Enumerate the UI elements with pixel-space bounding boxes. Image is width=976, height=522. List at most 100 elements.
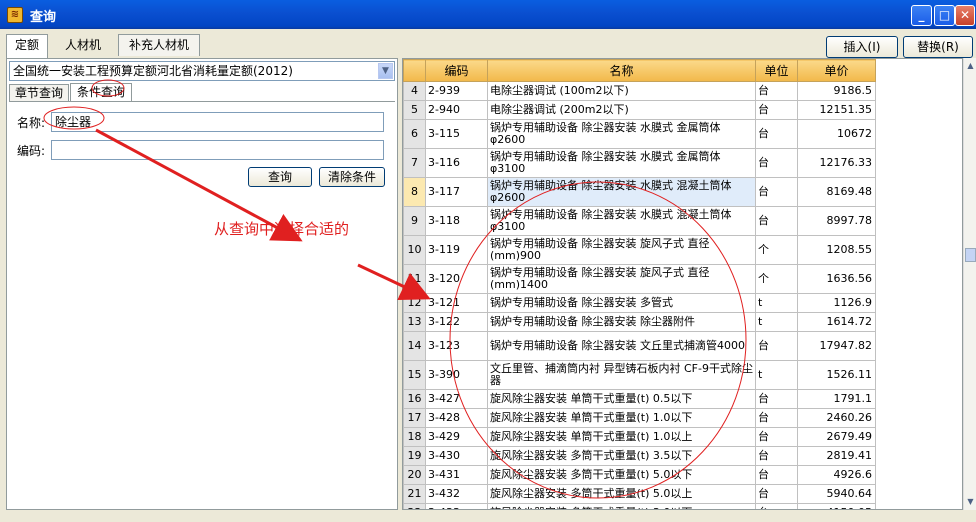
condition-form: 名称: 除尘器 编码: 查询 清除条件 (9, 101, 395, 506)
row-number-cell: 14 (403, 331, 426, 361)
unit-cell: t (755, 360, 798, 390)
unit-cell: 台 (755, 408, 798, 428)
vertical-scrollbar[interactable]: ▲ ▼ (963, 58, 976, 510)
tab-supplementary[interactable]: 补充人材机 (118, 34, 200, 56)
table-row[interactable]: 5 2-940 电除尘器调试 (200m2以下) 台 12151.35 (403, 100, 876, 120)
name-cell: 旋风除尘器安装 单筒干式重量(t) 0.5以下 (487, 389, 756, 409)
title-bar[interactable]: ≋ 查询 _ □ ✕ (0, 0, 976, 29)
result-table: 编码 名称 单位 单价 4 2-939 电除尘器调试 (100m2以下) 台 9186.… (403, 59, 876, 509)
table-row[interactable]: 18 3-429 旋风除尘器安装 单筒干式重量(t) 1.0以上台 2679.49 (403, 427, 876, 447)
table-row[interactable]: 11 3-120 锅炉专用辅助设备 除尘器安装 旋风子式 直径(mm)1400 个 16… (403, 264, 876, 294)
unit-cell: 台 (755, 427, 798, 447)
name-cell: 旋风除尘器安装 单筒干式重量(t) 1.0以下 (487, 408, 756, 428)
code-cell: 3-119 (425, 235, 488, 265)
col-header-price[interactable]: 单价 (797, 59, 876, 82)
name-cell: 锅炉专用辅助设备 除尘器安装 多管式 (487, 293, 756, 313)
quota-library-select[interactable]: 全国统一安装工程预算定额河北省消耗量定额(2012) ▼ (9, 61, 395, 81)
col-header-code[interactable]: 编码 (425, 59, 488, 82)
row-number-cell: 17 (403, 408, 426, 428)
price-cell: 2679.49 (797, 427, 876, 447)
unit-cell: 台 (755, 100, 798, 120)
price-cell: 1614.72 (797, 312, 876, 332)
code-cell: 3-120 (425, 264, 488, 294)
table-row[interactable]: 4 2-939 电除尘器调试 (100m2以下) 台 9186.5 (403, 81, 876, 101)
name-input[interactable]: 除尘器 (51, 112, 384, 132)
unit-cell: 台 (755, 465, 798, 485)
app-icon: ≋ (7, 7, 23, 23)
close-button[interactable]: ✕ (955, 5, 975, 26)
row-number-cell: 4 (403, 81, 426, 101)
code-cell: 3-116 (425, 148, 488, 178)
query-window: ≋ 查询 _ □ ✕ 定额 人材机 补充人材机 插入(I) 替换(R) 全国统一… (0, 0, 976, 522)
name-cell: 锅炉专用辅助设备 除尘器安装 水膜式 混凝土筒体φ3100 (487, 206, 756, 236)
table-row[interactable]: 20 3-431 旋风除尘器安装 多筒干式重量(t) 5.0以下台 4926.6 (403, 465, 876, 485)
unit-cell: 台 (755, 81, 798, 101)
name-cell: 旋风除尘器安装 单筒干式重量(t) 1.0以上 (487, 427, 756, 447)
chevron-down-icon[interactable]: ▼ (378, 63, 393, 79)
table-row[interactable]: 8 3-117 锅炉专用辅助设备 除尘器安装 水膜式 混凝土筒体φ2600 台 8169… (403, 177, 876, 207)
name-cell: 旋风除尘器安装 多筒干式重量(t) 3.0以下 (487, 503, 756, 509)
table-row[interactable]: 15 3-390 文丘里管、捕滴筒内衬 异型铸石板内衬 CF-9干式除尘器 t 1526… (403, 360, 876, 390)
table-header-row: 编码 名称 单位 单价 (403, 59, 876, 82)
scroll-down-icon[interactable]: ▼ (964, 496, 976, 508)
code-cell: 3-115 (425, 119, 488, 149)
price-cell: 12151.35 (797, 100, 876, 120)
table-row[interactable]: 223-433旋风除尘器安装 多筒干式重量(t) 3.0以下台4150.05 (403, 503, 876, 509)
result-grid[interactable]: 编码 名称 单位 单价 4 2-939 电除尘器调试 (100m2以下) 台 9186.… (402, 58, 963, 510)
table-row[interactable]: 21 3-432 旋风除尘器安装 多筒干式重量(t) 5.0以上台 5940.64 (403, 484, 876, 504)
tab-labor-material-machine[interactable]: 人材机 (50, 34, 116, 56)
price-cell: 1208.55 (797, 235, 876, 265)
unit-cell: 台 (755, 206, 798, 236)
maximize-button[interactable]: □ (934, 5, 955, 26)
replace-button[interactable]: 替换(R) (903, 36, 973, 58)
col-header-unit[interactable]: 单位 (755, 59, 798, 82)
code-cell: 3-121 (425, 293, 488, 313)
table-row[interactable]: 6 3-115 锅炉专用辅助设备 除尘器安装 水膜式 金属筒体φ2600 台 10672 (403, 119, 876, 149)
unit-cell: 台 (755, 503, 798, 509)
table-row[interactable]: 10 3-119 锅炉专用辅助设备 除尘器安装 旋风子式 直径(mm)900 个 120… (403, 235, 876, 265)
code-cell: 3-390 (425, 360, 488, 390)
price-cell: 9186.5 (797, 81, 876, 101)
minimize-button[interactable]: _ (911, 5, 932, 26)
tab-chapter-query[interactable]: 章节查询 (9, 84, 69, 102)
name-cell: 锅炉专用辅助设备 除尘器安装 文丘里式捕滴管4000 (487, 331, 756, 361)
col-header-name[interactable]: 名称 (487, 59, 756, 82)
price-cell: 2819.41 (797, 446, 876, 466)
price-cell: 1791.1 (797, 389, 876, 409)
code-cell: 3-432 (425, 484, 488, 504)
code-cell: 3-123 (425, 331, 488, 361)
table-row[interactable]: 17 3-428 旋风除尘器安装 单筒干式重量(t) 1.0以下台 2460.26 (403, 408, 876, 428)
tab-condition-query[interactable]: 条件查询 (70, 83, 132, 102)
scrollbar-thumb[interactable] (965, 248, 976, 262)
table-row[interactable]: 14 3-123 锅炉专用辅助设备 除尘器安装 文丘里式捕滴管4000 台 17947.… (403, 331, 876, 361)
table-row[interactable]: 7 3-116 锅炉专用辅助设备 除尘器安装 水膜式 金属筒体φ3100 台 12176… (403, 148, 876, 178)
table-row[interactable]: 19 3-430 旋风除尘器安装 多筒干式重量(t) 3.5以下台 2819.41 (403, 446, 876, 466)
row-number-cell: 9 (403, 206, 426, 236)
unit-cell: 台 (755, 119, 798, 149)
table-row[interactable]: 13 3-122 锅炉专用辅助设备 除尘器安装 除尘器附件 t 1614.72 (403, 312, 876, 332)
price-cell: 4150.05 (797, 503, 876, 509)
code-cell: 3-430 (425, 446, 488, 466)
query-button[interactable]: 查询 (248, 167, 312, 187)
code-cell: 3-122 (425, 312, 488, 332)
scroll-up-icon[interactable]: ▲ (964, 60, 976, 72)
name-cell: 锅炉专用辅助设备 除尘器安装 旋风子式 直径(mm)1400 (487, 264, 756, 294)
price-cell: 2460.26 (797, 408, 876, 428)
row-number-cell: 16 (403, 389, 426, 409)
name-cell: 锅炉专用辅助设备 除尘器安装 水膜式 金属筒体φ2600 (487, 119, 756, 149)
table-row[interactable]: 9 3-118 锅炉专用辅助设备 除尘器安装 水膜式 混凝土筒体φ3100 台 8997… (403, 206, 876, 236)
code-label: 编码: (17, 144, 46, 158)
clear-conditions-button[interactable]: 清除条件 (319, 167, 385, 187)
table-row[interactable]: 16 3-427 旋风除尘器安装 单筒干式重量(t) 0.5以下台 1791.1 (403, 389, 876, 409)
annotation-text: 从查询中选择合适的 (214, 220, 350, 238)
price-cell: 12176.33 (797, 148, 876, 178)
code-input[interactable] (51, 140, 384, 160)
price-cell: 5940.64 (797, 484, 876, 504)
insert-button[interactable]: 插入(I) (826, 36, 898, 58)
name-cell: 旋风除尘器安装 多筒干式重量(t) 3.5以下 (487, 446, 756, 466)
price-cell: 4926.6 (797, 465, 876, 485)
tab-quota[interactable]: 定额 (6, 34, 48, 58)
unit-cell: 台 (755, 148, 798, 178)
table-row[interactable]: 12 3-121 锅炉专用辅助设备 除尘器安装 多管式 t 1126.9 (403, 293, 876, 313)
price-cell: 1636.56 (797, 264, 876, 294)
